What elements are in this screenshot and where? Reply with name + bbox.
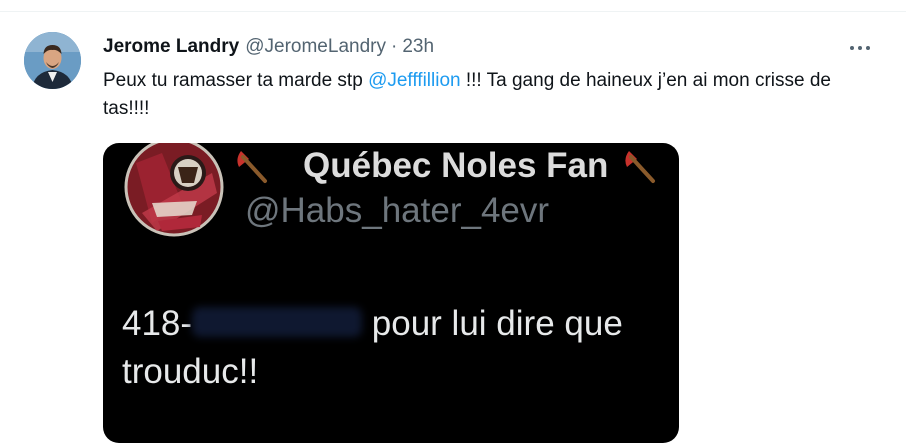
tweet-text-start: Peux tu ramasser ta marde stp — [103, 70, 369, 91]
media-display-name: Québec Noles Fan — [303, 146, 609, 185]
dot — [858, 46, 862, 50]
author-avatar[interactable] — [24, 32, 81, 89]
dot — [850, 46, 854, 50]
redacted-phone — [192, 307, 363, 337]
author-name[interactable]: Jerome Landry — [103, 34, 239, 60]
media-profile-image — [124, 143, 224, 237]
media-text-prefix: 418- — [122, 304, 193, 343]
media-handle: @Habs_hater_4evr — [245, 191, 550, 230]
tweet-media-image[interactable]: Québec Noles Fan @Habs_hater_4evr 418- p… — [103, 143, 679, 443]
axe-icon — [625, 151, 655, 183]
mention-link[interactable]: @Jefffillion — [368, 70, 461, 91]
tweet-timestamp[interactable]: 23h — [402, 34, 434, 60]
avatar-image — [24, 32, 81, 89]
tweet-text: Peux tu ramasser ta marde stp @Jefffilli… — [103, 67, 863, 123]
tweet-header: Jerome Landry @JeromeLandry · 23h — [103, 34, 434, 60]
header-separator: · — [390, 36, 398, 57]
dot — [866, 46, 870, 50]
author-handle[interactable]: @JeromeLandry — [245, 34, 386, 60]
top-divider — [0, 0, 906, 12]
more-dots-icon[interactable] — [845, 36, 875, 60]
axe-icon — [237, 151, 267, 183]
media-text: 418- pour lui dire que trouduc!! — [122, 300, 679, 396]
